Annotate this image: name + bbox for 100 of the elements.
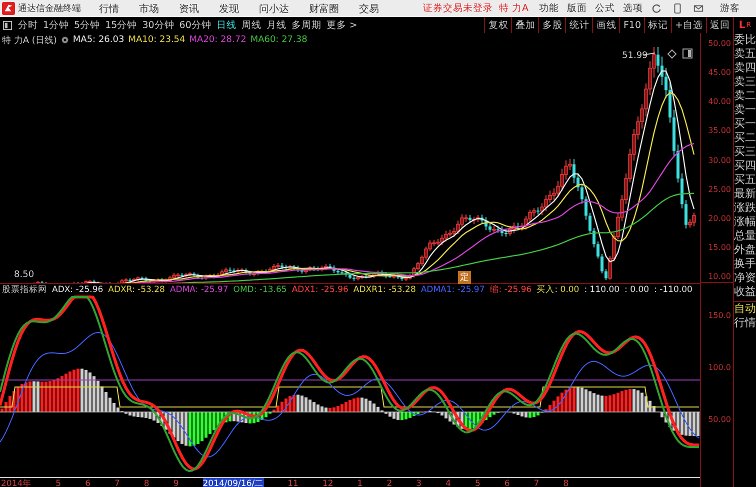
period-tab[interactable]: 周线 (241, 18, 262, 32)
trade-login-notice[interactable]: 证券交易未登录 (423, 2, 493, 15)
indicator-axis-label: 150.0 (707, 311, 732, 321)
date-label: 2 (386, 479, 392, 487)
quote-field-label: 外盘 (734, 243, 756, 257)
price-axis-label: 45.00 (707, 68, 732, 78)
indicator-value: 买入: 0.00 (536, 284, 580, 296)
quote-field-label: 买五 (734, 173, 756, 187)
date-label: 5 (56, 479, 62, 487)
app-name: 通达信金融终端 (18, 2, 81, 15)
high-price-label: 51.99 (622, 51, 648, 61)
diamond-icon[interactable] (667, 49, 677, 59)
menu-item[interactable]: 公式 (595, 2, 615, 15)
date-label: 3 (416, 479, 422, 487)
low-price-label: 8.50 (14, 270, 34, 280)
menu-item[interactable]: 问小达 (259, 2, 289, 16)
menu-item[interactable]: 行情 (99, 2, 119, 16)
menu-item[interactable]: 版面 (567, 2, 587, 15)
date-label: 2014年 (1, 478, 32, 487)
quote-field-label: 收益 (734, 285, 756, 299)
quote-mode-tab[interactable]: 自动 (734, 302, 756, 316)
quote-field-label: 买一 (734, 117, 756, 131)
indicator-value: ADMA1: -25.97 (420, 284, 485, 294)
price-axis-label: 30.00 (707, 156, 732, 166)
ma-value: MA20: 28.72 (189, 35, 246, 45)
ma-value: MA10: 23.54 (128, 35, 186, 45)
date-label: 5 (474, 479, 480, 487)
indicator-value: : 110.00 (584, 284, 620, 294)
price-axis-label: 15.00 (707, 242, 732, 253)
date-label: 7 (534, 479, 540, 487)
quote-field-label: 换手 (734, 257, 756, 271)
indicator-axis-label: 50.00 (707, 415, 732, 425)
ma-value: MA60: 27.38 (250, 35, 308, 45)
quote-field-label: 涨跌 (734, 201, 756, 215)
date-label: 1 (357, 479, 363, 487)
quote-field-label: 委比 (734, 33, 756, 47)
quote-field-label: 涨幅 (734, 215, 756, 229)
menu-item[interactable]: 市场 (139, 2, 159, 16)
indicator-value: OMD: -13.65 (233, 284, 287, 294)
date-label: 9 (173, 479, 179, 487)
date-label: 7 (114, 479, 120, 487)
date-label: 6 (85, 479, 90, 487)
period-tab[interactable]: 月线 (266, 18, 286, 32)
quote-field-label: 卖三 (734, 75, 756, 89)
indicator-value: ADXR: -53.28 (108, 284, 165, 294)
quote-field-label: 买三 (734, 145, 756, 159)
ma-value: MA5: 26.03 (72, 35, 124, 45)
period-tab[interactable]: 1分钟 (43, 18, 70, 32)
menu-item[interactable]: 选项 (623, 2, 643, 15)
date-label: 6 (504, 479, 510, 487)
indicator-value: : -110.00 (654, 284, 692, 294)
date-label: 4 (446, 479, 451, 487)
price-axis-label: 40.00 (707, 97, 732, 108)
quote-field-label: 买四 (734, 159, 756, 173)
phone-icon[interactable] (672, 3, 683, 14)
quote-field-label: 卖五 (734, 47, 756, 61)
marker-tag: 定 (458, 271, 471, 284)
date-label: 2014/09/16/二 (202, 478, 264, 487)
quote-field-label: 卖四 (734, 61, 756, 75)
chart-title: 特 力A (日线) (2, 34, 57, 46)
app-logo-icon (2, 2, 15, 15)
menu-item[interactable]: 功能 (539, 2, 559, 15)
stock-name: 特 力A (499, 2, 529, 15)
period-tab[interactable]: 更多 > (326, 18, 358, 32)
indicator-axis-label: 100.0 (707, 363, 732, 373)
user-label[interactable]: 游客 (720, 2, 740, 15)
panel-toggle-icon[interactable] (3, 20, 12, 30)
date-label: 8 (144, 479, 150, 487)
quote-field-label: 卖一 (734, 103, 756, 117)
period-tab[interactable]: 30分钟 (142, 18, 174, 32)
indicator-value: ADX: -25.96 (52, 284, 104, 294)
price-axis-label: 25.00 (707, 184, 732, 195)
period-tab[interactable]: 日线 (216, 18, 236, 32)
period-tab[interactable]: 多周期 (291, 18, 322, 32)
price-axis-label: 20.00 (707, 214, 732, 224)
gear-icon[interactable] (60, 36, 69, 44)
price-axis-label: 10.00 (707, 272, 732, 282)
panel-toggle-icon[interactable] (682, 48, 692, 58)
period-tab[interactable]: 15分钟 (105, 18, 138, 32)
quote-mode-tab[interactable]: 行情 (734, 316, 756, 330)
quote-field-label: 净资 (734, 271, 756, 285)
date-label: 12 (322, 479, 334, 487)
quote-field-label: 最新 (734, 187, 756, 201)
indicator-value: ADXR1: -53.28 (353, 284, 416, 294)
menu-item[interactable]: 资讯 (179, 2, 199, 16)
indicator-name[interactable]: 股票指标网 (2, 284, 47, 296)
indicator-value: : 0.00 (624, 284, 650, 294)
indicator-value: 缩: -25.96 (490, 284, 532, 296)
menu-item[interactable]: 财富圈 (309, 2, 339, 16)
quote-field-label: 买二 (734, 131, 756, 145)
menu-item[interactable]: 发现 (219, 2, 239, 16)
period-tab[interactable]: 60分钟 (179, 18, 212, 32)
quote-field-label: 卖二 (734, 89, 756, 103)
refresh-icon[interactable] (651, 3, 662, 14)
date-label: 11 (288, 479, 298, 487)
menu-item[interactable]: 交易 (359, 2, 379, 16)
period-tab[interactable]: 分时 (18, 18, 38, 32)
period-tab[interactable]: 5分钟 (74, 18, 100, 32)
message-icon[interactable] (693, 3, 704, 14)
quote-field-label: 总量 (734, 229, 756, 243)
